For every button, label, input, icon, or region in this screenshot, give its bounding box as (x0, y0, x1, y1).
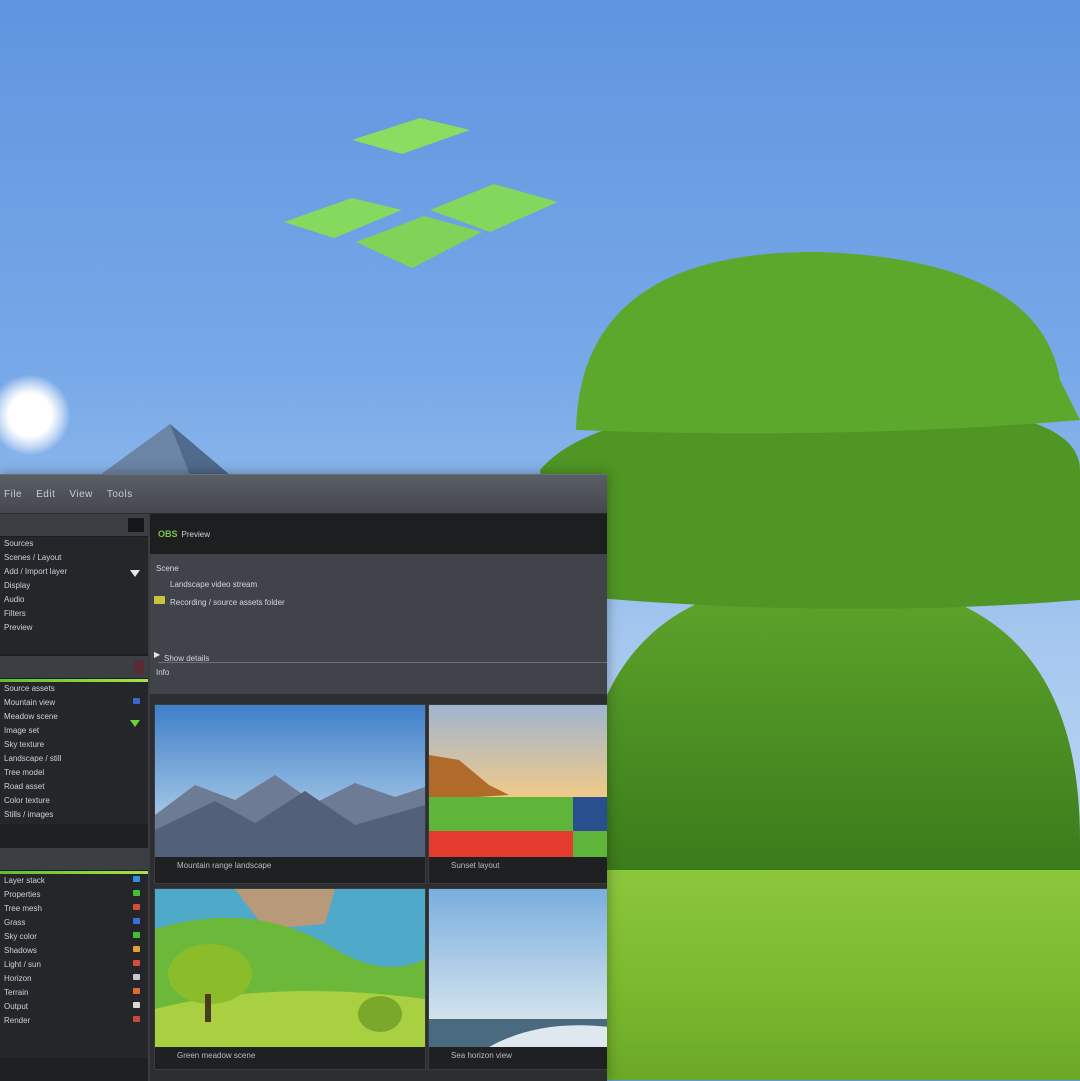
status-badge (133, 974, 140, 980)
status-badge (133, 698, 140, 704)
main-header: OBS Preview (150, 514, 607, 554)
status-badge (133, 960, 140, 966)
status-badge (133, 932, 140, 938)
menu-tools[interactable]: Tools (107, 489, 133, 500)
thumbnail-caption: Sunset layout (451, 861, 500, 870)
meadow-thumbnail (155, 889, 425, 1047)
thumbnail-card[interactable]: Sea horizon view (428, 888, 607, 1070)
info-line: Landscape video stream (170, 580, 258, 589)
list-item[interactable]: Grass (0, 916, 148, 930)
page-title: Preview (181, 529, 210, 539)
thumbnail-caption: Green meadow scene (177, 1051, 256, 1060)
thumbnail-card[interactable]: Sunset layout (428, 704, 607, 884)
list-item[interactable]: Tree model (0, 766, 148, 780)
list-item[interactable]: Filters (0, 607, 148, 621)
menubar: File Edit View Tools (0, 475, 607, 514)
list-item[interactable]: Color texture (0, 794, 148, 808)
list-item[interactable]: Landscape / still (0, 752, 148, 766)
list-item[interactable]: Source assets (0, 682, 148, 696)
menu-view[interactable]: View (69, 489, 93, 500)
status-badge (133, 1002, 140, 1008)
list-item[interactable]: Light / sun (0, 958, 148, 972)
grass-field (600, 870, 1080, 1080)
window-logo-icon (284, 118, 558, 268)
panel-header (0, 514, 148, 537)
app-brand: OBS (158, 529, 178, 539)
menu-edit[interactable]: Edit (36, 489, 55, 500)
chevron-down-icon[interactable] (130, 570, 140, 577)
status-badge (133, 904, 140, 910)
status-badge (133, 1016, 140, 1022)
thumbnail-card[interactable]: Green meadow scene (154, 888, 426, 1070)
sidebar-panel-top: Sources Scenes / Layout Add / Import lay… (0, 514, 148, 654)
status-badge (133, 890, 140, 896)
info-panel: Scene Landscape video stream Recording /… (150, 554, 607, 694)
list-item[interactable]: Shadows (0, 944, 148, 958)
menu-file[interactable]: File (4, 489, 22, 500)
list-item[interactable]: Scenes / Layout (0, 551, 148, 565)
list-item[interactable]: Meadow scene (0, 710, 148, 724)
thumbnail-card[interactable]: Mountain range landscape (154, 704, 426, 884)
list-item[interactable]: Sky texture (0, 738, 148, 752)
list-item[interactable]: Layer stack (0, 874, 148, 888)
list-item[interactable]: Horizon (0, 972, 148, 986)
list-item[interactable]: Properties (0, 888, 148, 902)
folder-icon (154, 596, 165, 604)
sunset-thumbnail (429, 705, 607, 857)
app-window: File Edit View Tools Sources Scenes / La… (0, 474, 607, 1081)
list-item[interactable]: Preview (0, 621, 148, 635)
list-item[interactable]: Display (0, 579, 148, 593)
list-item[interactable]: Stills / images (0, 808, 148, 822)
list-item[interactable]: Sky color (0, 930, 148, 944)
sun-glow (0, 375, 70, 455)
sidebar: Sources Scenes / Layout Add / Import lay… (0, 514, 150, 1081)
list-item[interactable]: Image set (0, 724, 148, 738)
sidebar-panel-bottom: Layer stack Properties Tree mesh Grass S… (0, 848, 148, 1058)
info-line: Scene (156, 564, 179, 573)
status-badge (133, 988, 140, 994)
panel-close-button[interactable] (134, 660, 144, 674)
divider (158, 662, 607, 663)
list-item[interactable]: Tree mesh (0, 902, 148, 916)
thumbnail-caption: Sea horizon view (451, 1051, 512, 1060)
status-badge (133, 918, 140, 924)
sea-thumbnail (429, 889, 607, 1047)
chevron-down-icon[interactable] (130, 720, 140, 727)
panel-menu-button[interactable] (128, 518, 144, 532)
status-badge (133, 946, 140, 952)
mountain-peak (100, 424, 230, 475)
thumbnail-grid: Mountain range landscape Sunset layout G… (154, 704, 607, 1081)
list-item[interactable]: Audio (0, 593, 148, 607)
list-item[interactable]: Add / Import layer (0, 565, 148, 579)
thumbnail-caption: Mountain range landscape (177, 861, 272, 870)
list-item[interactable]: Mountain view (0, 696, 148, 710)
sidebar-panel-middle: Source assets Mountain view Meadow scene… (0, 656, 148, 824)
mountain-thumbnail (155, 705, 425, 857)
list-item[interactable]: Sources (0, 537, 148, 551)
list-item[interactable]: Render (0, 1014, 148, 1028)
panel-header (0, 848, 148, 871)
panel-header (0, 656, 148, 679)
list-item[interactable]: Terrain (0, 986, 148, 1000)
list-item[interactable]: Road asset (0, 780, 148, 794)
info-line[interactable]: Recording / source assets folder (170, 598, 285, 607)
status-badge (133, 876, 140, 882)
info-sub-label: Info (156, 668, 170, 677)
main-panel: OBS Preview Scene Landscape video stream… (150, 514, 607, 1081)
list-item[interactable]: Output (0, 1000, 148, 1014)
play-icon[interactable]: ▶ (154, 650, 160, 659)
